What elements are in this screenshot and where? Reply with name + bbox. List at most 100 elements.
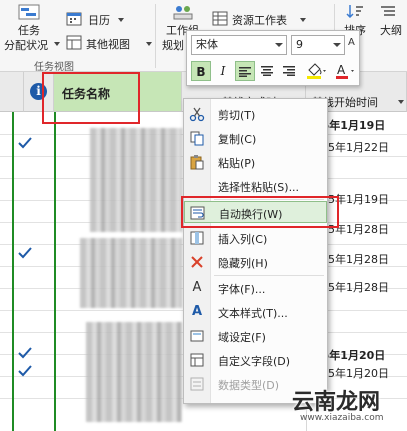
other-views-icon [66, 35, 82, 53]
baseline-start-date[interactable]: 5年1月22日 [328, 139, 389, 155]
align-left-icon [239, 67, 251, 77]
blurred-task-names-bottom [86, 322, 182, 422]
task-views-group-label: 任务视图 [34, 62, 74, 73]
blurred-task-names-top [90, 128, 182, 232]
italic-icon: I [220, 64, 226, 78]
other-views-label: 其他视图 [86, 38, 130, 51]
baseline-start-date[interactable]: 5年1月20日 [328, 365, 389, 381]
grow-font-icon[interactable]: A [348, 37, 355, 48]
menu-item-text-style[interactable]: A 文本样式(T)... [184, 301, 327, 323]
outline-button[interactable]: 大纲 [374, 2, 407, 42]
italic-button[interactable]: I [213, 61, 233, 81]
chevron-down-icon [146, 42, 152, 46]
other-views-button[interactable]: 其他视图 [64, 34, 152, 52]
menu-item-label: 插入列(C) [218, 233, 268, 246]
font-color-button[interactable]: A [333, 61, 357, 81]
watermark-brand: 云南龙网 [292, 390, 381, 415]
menu-item-label: 文本样式(T)... [218, 307, 288, 320]
checkmark-icon [18, 136, 32, 150]
row-header-corner [0, 72, 24, 112]
green-frame-task-left [54, 112, 56, 431]
custom-field-icon [190, 353, 204, 367]
font-color-icon: A [336, 63, 354, 79]
task-name-header-highlight [42, 72, 140, 124]
resource-sheet-label: 资源工作表 [232, 14, 287, 27]
font-size-combo[interactable]: 9 [291, 35, 345, 55]
menu-item-label: 粘贴(P) [218, 157, 256, 170]
chevron-down-icon [333, 43, 341, 47]
chevron-down-icon [118, 18, 124, 22]
resource-sheet-button[interactable]: 资源工作表 [212, 10, 308, 28]
checkmark-icon [18, 346, 32, 360]
align-center-button[interactable] [257, 61, 277, 81]
menu-item-copy[interactable]: 复制(C) [184, 127, 327, 149]
menu-item-label: 复制(C) [218, 133, 257, 146]
chevron-down-icon[interactable] [398, 100, 404, 104]
menu-item-cut[interactable]: 剪切(T) [184, 103, 327, 125]
menu-item-insert-column[interactable]: 插入列(C) [184, 227, 327, 249]
baseline-start-date[interactable]: 5年1月28日 [328, 251, 389, 267]
resource-sheet-icon [212, 11, 228, 29]
align-center-icon [261, 66, 273, 76]
chevron-down-icon [275, 43, 283, 47]
chevron-down-icon [300, 18, 306, 22]
mini-toolbar: 宋体 9 A B I A [186, 30, 360, 86]
fill-bucket-icon [307, 63, 326, 79]
blurred-task-names-mid [80, 238, 182, 308]
bold-label: B [196, 65, 206, 79]
align-right-icon [283, 66, 295, 76]
menu-item-label: 域设定(F) [218, 331, 266, 344]
menu-item-paste[interactable]: 粘贴(P) [184, 151, 327, 173]
menu-item-label: 字体(F)... [218, 283, 266, 296]
align-left-button[interactable] [235, 61, 255, 81]
menu-item-label: 自定义字段(D) [218, 355, 291, 368]
fill-color-button[interactable] [303, 61, 329, 81]
wrap-text-highlight [181, 196, 339, 228]
team-planner-icon [172, 4, 194, 23]
hide-column-icon [191, 256, 203, 268]
menu-item-font[interactable]: A 字体(F)... [184, 277, 327, 299]
menu-item-label: 数据类型(D) [218, 379, 280, 392]
bold-button[interactable]: B [191, 61, 211, 81]
checkmark-icon [18, 246, 32, 260]
font-name-value: 宋体 [196, 38, 218, 51]
team-planner-line2: 规划 [162, 39, 184, 52]
baseline-start-date[interactable]: 5年1月28日 [328, 279, 389, 295]
insert-column-icon [190, 231, 204, 245]
outline-label: 大纲 [380, 24, 402, 37]
menu-item-custom-field[interactable]: 自定义字段(D) [184, 349, 327, 371]
task-mode-line1: 任务 [18, 24, 40, 37]
menu-item-label: 选择性粘贴(S)... [218, 181, 300, 194]
calendar-label: 日历 [88, 14, 110, 27]
menu-item-label: 隐藏列(H) [218, 257, 268, 270]
data-type-icon [190, 377, 204, 391]
field-settings-icon [190, 330, 204, 342]
chevron-down-icon [54, 42, 60, 46]
font-name-combo[interactable]: 宋体 [191, 35, 287, 55]
task-mode-line2: 分配状况 [4, 39, 48, 52]
scissors-icon [189, 107, 205, 122]
copy-icon [190, 131, 204, 146]
menu-separator [214, 275, 324, 276]
ribbon-separator [155, 4, 156, 68]
align-right-button[interactable] [279, 61, 299, 81]
watermark-url: www.xiazaiba.com [300, 413, 384, 423]
menu-item-label: 剪切(T) [218, 109, 256, 122]
paste-icon [190, 155, 204, 170]
green-frame-left [12, 112, 14, 431]
svg-text:A: A [337, 63, 346, 77]
calendar-icon [66, 11, 82, 29]
menu-item-paste-special[interactable]: 选择性粘贴(S)... [184, 175, 327, 197]
checkmark-icon [18, 364, 32, 378]
menu-item-hide-column[interactable]: 隐藏列(H) [184, 251, 327, 273]
task-assignment-status-button[interactable]: 任务 分配状况 [2, 2, 60, 54]
calendar-button[interactable]: 日历 [64, 10, 124, 28]
text-style-icon: A [191, 304, 203, 319]
assignment-status-icon [18, 4, 40, 23]
context-menu: 剪切(T) 复制(C) 粘贴(P) 选择性粘贴(S)... 自动换行(W) 插入… [183, 98, 328, 404]
font-icon: A [192, 280, 202, 295]
font-size-value: 9 [296, 38, 303, 51]
outline-icon [380, 4, 398, 21]
menu-item-field-settings[interactable]: 域设定(F) [184, 325, 327, 347]
sort-icon [346, 4, 364, 21]
